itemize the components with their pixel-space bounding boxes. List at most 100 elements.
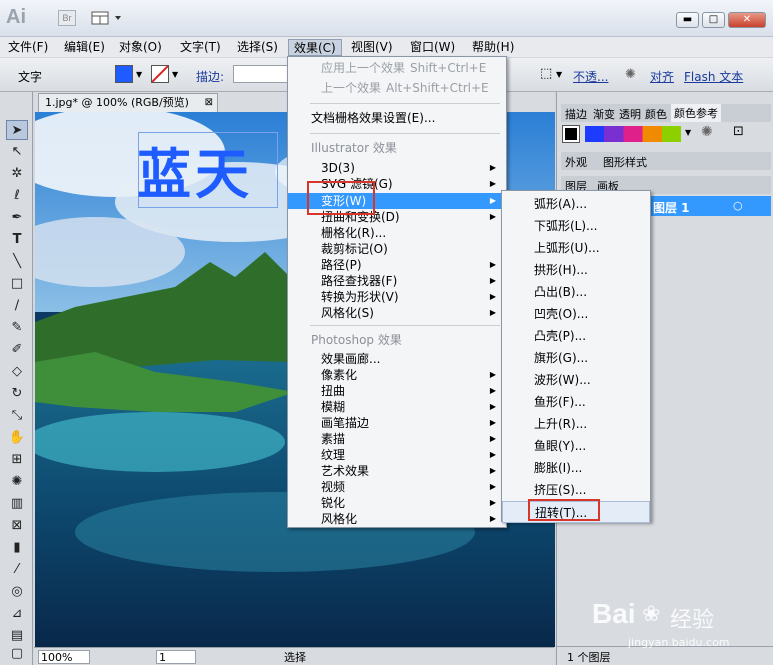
menu-select[interactable]: 选择(S) (232, 39, 283, 56)
menu-item-rasterize[interactable]: 栅格化(R)... (288, 225, 506, 241)
menu-item-wave[interactable]: 波形(W)... (502, 369, 650, 391)
tab-transparency[interactable]: 透明 (619, 106, 641, 122)
bridge-button[interactable]: Br (58, 10, 76, 26)
menu-item-arc-lower[interactable]: 下弧形(L)... (502, 215, 650, 237)
stroke-weight-input[interactable] (233, 65, 289, 83)
menu-object[interactable]: 对象(O) (114, 39, 167, 56)
color-harmony-bar[interactable] (585, 126, 681, 142)
menu-item-arc-upper[interactable]: 上弧形(U)... (502, 237, 650, 259)
tab-color[interactable]: 颜色 (645, 106, 667, 122)
target-icon[interactable]: ○ (733, 199, 743, 212)
menu-edit[interactable]: 编辑(E) (59, 39, 110, 56)
chevron-down-icon[interactable]: ▼ (172, 70, 178, 79)
menu-item-stylize-ai[interactable]: 风格化(S) ▶ (288, 305, 506, 321)
eyedropper-icon[interactable]: ⁄ (6, 560, 28, 580)
menu-help[interactable]: 帮助(H) (467, 39, 519, 56)
menu-item-shell-lower[interactable]: 凹壳(O)... (502, 303, 650, 325)
graph-tool-icon[interactable]: ▥ (6, 494, 28, 514)
pen-tool-icon[interactable]: ✒ (6, 208, 28, 228)
brush-icon[interactable]: ⬚ (540, 66, 552, 81)
free-transform-icon[interactable]: ⊞ (6, 450, 28, 470)
tab-graphic-styles[interactable]: 图形样式 (603, 154, 647, 170)
page-field[interactable]: 1 (156, 650, 196, 664)
menu-item-path[interactable]: 路径(P) ▶ (288, 257, 506, 273)
menu-view[interactable]: 视图(V) (346, 39, 398, 56)
scale-tool-icon[interactable]: ⤡ (6, 406, 28, 426)
menu-item-video[interactable]: 视频 ▶ (288, 479, 506, 495)
close-icon[interactable]: ⊠ (205, 94, 213, 112)
tab-gradient[interactable]: 渐变 (593, 106, 615, 122)
menu-item-stylize-ps[interactable]: 风格化 ▶ (288, 511, 506, 527)
menu-item-3d[interactable]: 3D(3) ▶ (288, 160, 506, 176)
menu-item-convert-to-shape[interactable]: 转换为形状(V) ▶ (288, 289, 506, 305)
menu-item-sketch[interactable]: 素描 ▶ (288, 431, 506, 447)
blend-tool-icon[interactable]: ◎ (6, 582, 28, 602)
selection-tool-icon[interactable]: ➤ (6, 120, 28, 140)
menu-item-sharpen[interactable]: 锐化 ▶ (288, 495, 506, 511)
menu-file[interactable]: 文件(F) (3, 39, 53, 56)
gradient-tool-icon[interactable]: ▮ (6, 538, 28, 558)
warp-tool-icon[interactable]: ✋ (6, 428, 28, 448)
chevron-down-icon[interactable]: ▼ (136, 70, 142, 79)
menu-item-inflate[interactable]: 膨胀(I)... (502, 457, 650, 479)
menu-item-arch[interactable]: 拱形(H)... (502, 259, 650, 281)
menu-item-distort[interactable]: 扭曲 ▶ (288, 383, 506, 399)
blob-brush-icon[interactable]: ✐ (6, 340, 28, 360)
gear-icon[interactable]: ✺ (625, 67, 636, 82)
menu-effect[interactable]: 效果(C) (288, 39, 342, 56)
arrange-documents-button[interactable] (91, 10, 125, 26)
menu-item-pixelate[interactable]: 像素化 ▶ (288, 367, 506, 383)
menu-item-arc[interactable]: 弧形(A)... (502, 193, 650, 215)
menu-window[interactable]: 窗口(W) (405, 39, 460, 56)
menu-item-last-effect[interactable]: 上一个效果 Alt+Shift+Ctrl+E (288, 80, 506, 96)
menu-item-fisheye[interactable]: 鱼眼(Y)... (502, 435, 650, 457)
document-tab[interactable]: 1.jpg* @ 100% (RGB/预览) ⊠ (38, 93, 218, 112)
eraser-icon[interactable]: ◇ (6, 362, 28, 382)
align-link[interactable]: 对齐 (650, 68, 674, 85)
menu-item-shell-upper[interactable]: 凸壳(P)... (502, 325, 650, 347)
menu-item-brush-strokes[interactable]: 画笔描边 ▶ (288, 415, 506, 431)
maximize-button[interactable]: □ (702, 12, 725, 28)
menu-item-raster-settings[interactable]: 文档栅格效果设置(E)... (288, 110, 506, 126)
menu-item-squeeze[interactable]: 挤压(S)... (502, 479, 650, 501)
canvas-text[interactable]: 蓝天 (137, 130, 253, 209)
stroke-swatch[interactable] (151, 65, 169, 83)
menu-type[interactable]: 文字(T) (175, 39, 226, 56)
menu-item-fish[interactable]: 鱼形(F)... (502, 391, 650, 413)
menu-item-crop-marks[interactable]: 裁剪标记(O) (288, 241, 506, 257)
magic-wand-icon[interactable]: ✲ (6, 164, 28, 184)
menu-item-flag[interactable]: 旗形(G)... (502, 347, 650, 369)
tab-stroke[interactable]: 描边 (565, 106, 587, 122)
fill-swatch[interactable] (115, 65, 133, 83)
screen-mode-icon[interactable]: ▢ (6, 644, 28, 664)
type-tool-icon[interactable]: T (6, 230, 28, 250)
save-swatch-icon[interactable]: ⊡ (733, 124, 744, 139)
direct-selection-tool-icon[interactable]: ↖ (6, 142, 28, 162)
rotate-tool-icon[interactable]: ↻ (6, 384, 28, 404)
bar-graph-icon[interactable]: ▤ (6, 626, 28, 646)
mesh-tool-icon[interactable]: ⊠ (6, 516, 28, 536)
slice-tool-icon[interactable]: ⊿ (6, 604, 28, 624)
symbol-sprayer-icon[interactable]: ✺ (6, 472, 28, 492)
base-color-swatch[interactable] (562, 125, 580, 143)
tab-color-guide[interactable]: 颜色参考 (671, 104, 721, 122)
menu-item-apply-last-effect[interactable]: 应用上一个效果 Shift+Ctrl+E (288, 60, 506, 76)
menu-item-bulge[interactable]: 凸出(B)... (502, 281, 650, 303)
menu-item-texture[interactable]: 纹理 ▶ (288, 447, 506, 463)
brush-tool-icon[interactable]: ∕ (6, 296, 28, 316)
lasso-icon[interactable]: ℓ (6, 186, 28, 206)
zoom-field[interactable]: 100% (38, 650, 90, 664)
tab-appearance[interactable]: 外观 (565, 154, 587, 170)
menu-item-artistic[interactable]: 艺术效果 ▶ (288, 463, 506, 479)
pencil-tool-icon[interactable]: ✎ (6, 318, 28, 338)
gear-icon[interactable]: ✺ (701, 124, 713, 140)
chevron-down-icon[interactable]: ▼ (685, 128, 691, 137)
chevron-down-icon[interactable]: ▼ (556, 70, 562, 79)
minimize-button[interactable]: ▬ (676, 12, 699, 28)
close-button[interactable]: ✕ (728, 12, 766, 28)
menu-item-blur[interactable]: 模糊 ▶ (288, 399, 506, 415)
opacity-link[interactable]: 不透... (573, 68, 608, 85)
flash-text-link[interactable]: Flash 文本 (684, 68, 743, 85)
rectangle-tool-icon[interactable]: □ (6, 274, 28, 294)
line-tool-icon[interactable]: ╲ (6, 252, 28, 272)
